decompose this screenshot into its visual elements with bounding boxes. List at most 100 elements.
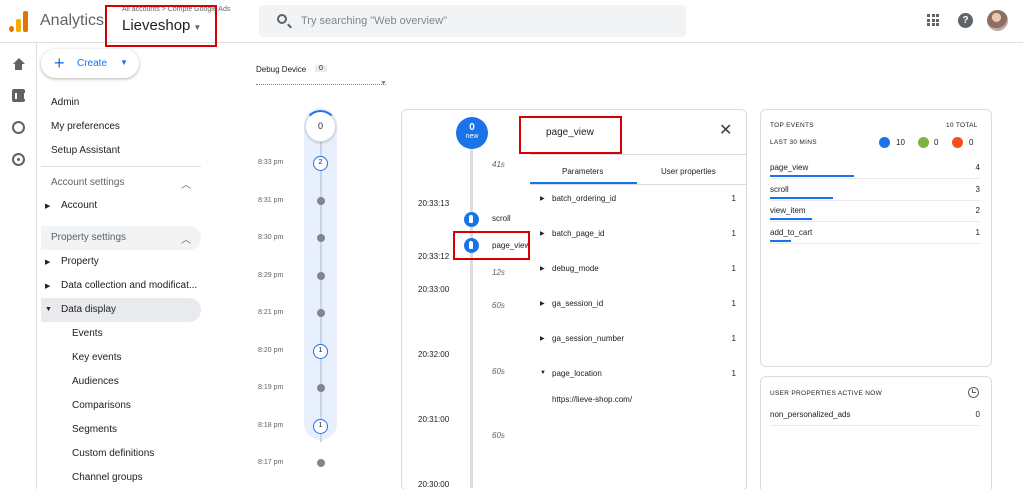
top-event-row[interactable]: scroll 3 — [770, 183, 980, 203]
tabs-divider — [530, 184, 746, 185]
gap-label: 60s — [492, 431, 505, 440]
advertising-icon[interactable] — [12, 153, 25, 166]
nav-data-display[interactable]: Data display — [61, 304, 116, 315]
new-events-bubble[interactable]: 0 new — [456, 117, 488, 149]
expand-arrow-icon[interactable]: ▶ — [45, 202, 50, 210]
minute-dot[interactable] — [317, 459, 325, 467]
help-icon[interactable]: ? — [958, 13, 973, 28]
event-count: 4 — [975, 163, 980, 172]
top-event-row[interactable]: add_to_cart 1 — [770, 226, 980, 246]
debug-device-select[interactable] — [256, 84, 386, 85]
nav-setup-assistant[interactable]: Setup Assistant — [51, 145, 120, 156]
tab-user-properties[interactable]: User properties — [661, 167, 716, 176]
minute-row[interactable]: 8:33 pm 2 — [250, 156, 350, 171]
expand-arrow-icon[interactable]: ▶ — [540, 335, 545, 342]
chevron-up-icon: ︿ — [181, 180, 191, 191]
minute-row[interactable]: 8:29 pm — [250, 269, 350, 283]
reports-icon[interactable] — [12, 89, 26, 102]
collapse-arrow-icon[interactable]: ▼ — [45, 306, 52, 313]
parameter-value: 1 — [731, 229, 736, 238]
minute-row[interactable]: 8:21 pm — [250, 306, 350, 320]
top-event-row[interactable]: view_item 2 — [770, 204, 980, 224]
nav-account[interactable]: Account — [61, 200, 97, 211]
minute-time: 8:21 pm — [258, 309, 284, 316]
create-button[interactable]: + Create ▼ — [41, 49, 139, 78]
expand-arrow-icon[interactable]: ▶ — [45, 282, 50, 290]
minute-event-count[interactable]: 2 — [313, 156, 328, 171]
parameter-value: 1 — [731, 334, 736, 343]
minute-row[interactable]: 8:30 pm — [250, 231, 350, 245]
gap-label: 12s — [492, 268, 505, 277]
minute-dot[interactable] — [317, 271, 325, 280]
nav-channel-groups[interactable]: Channel groups — [72, 472, 143, 483]
minute-time: 8:30 pm — [258, 234, 284, 241]
minute-time: 8:33 pm — [258, 159, 284, 166]
parameter-name: page_location — [552, 369, 602, 378]
nav-segments[interactable]: Segments — [72, 424, 117, 435]
top-event-row[interactable]: page_view 4 — [770, 161, 980, 181]
event-count-bar — [770, 239, 791, 242]
minute-time: 8:20 pm — [258, 346, 284, 354]
nav-admin[interactable]: Admin — [51, 97, 79, 108]
search-bar[interactable]: Try searching "Web overview" — [259, 5, 686, 37]
event-count-bar — [770, 175, 854, 177]
history-icon[interactable] — [968, 387, 979, 398]
account-settings-header[interactable]: Account settings ︿ — [41, 166, 201, 191]
nav-my-preferences[interactable]: My preferences — [51, 121, 120, 132]
apps-grid-icon[interactable] — [927, 14, 939, 26]
nav-audiences[interactable]: Audiences — [72, 376, 119, 387]
parameter-name: batch_ordering_id — [552, 194, 617, 203]
expand-arrow-icon[interactable]: ▶ — [45, 258, 50, 266]
search-input[interactable]: Try searching "Web overview" — [301, 15, 447, 27]
create-label: Create — [77, 58, 108, 69]
collapse-arrow-icon[interactable]: ▼ — [540, 370, 546, 376]
timestamp: 20:33:00 — [418, 285, 450, 294]
expand-arrow-icon[interactable]: ▶ — [540, 195, 545, 202]
nav-key-events[interactable]: Key events — [72, 352, 121, 363]
minute-row[interactable]: 8:18 pm 1 — [250, 418, 350, 434]
parameter-name: ga_session_number — [552, 334, 625, 343]
minute-dot[interactable] — [317, 309, 325, 317]
left-rail — [0, 43, 37, 489]
minute-row[interactable]: 8:19 pm — [250, 381, 350, 395]
close-icon[interactable]: ✕ — [719, 122, 732, 140]
home-icon[interactable] — [12, 58, 25, 71]
highlight-box — [453, 231, 530, 260]
chevron-down-icon[interactable]: ▼ — [380, 80, 387, 87]
minute-time: 8:17 pm — [258, 459, 284, 466]
explore-icon[interactable] — [12, 121, 25, 134]
property-settings-header[interactable]: Property settings ︿ — [41, 226, 201, 250]
event-count-bar — [770, 218, 812, 220]
tab-parameters[interactable]: Parameters — [562, 167, 603, 176]
minute-time: 8:31 pm — [258, 196, 284, 204]
event-scroll[interactable]: scroll — [492, 214, 511, 223]
minute-row[interactable]: 8:31 pm — [250, 194, 350, 208]
nav-events[interactable]: Events — [72, 328, 103, 339]
nav-data-collection[interactable]: Data collection and modificat... — [61, 280, 197, 291]
minute-dot[interactable] — [317, 384, 325, 392]
pointer-icon[interactable] — [464, 212, 479, 227]
minute-dot[interactable] — [317, 196, 325, 205]
expand-arrow-icon[interactable]: ▶ — [540, 230, 545, 237]
minute-row[interactable]: 8:20 pm 1 — [250, 343, 350, 359]
user-property-row[interactable]: non_personalized_ads 0 — [770, 408, 980, 428]
top-events-title: TOP EVENTS — [770, 122, 814, 129]
nav-property[interactable]: Property — [61, 256, 99, 267]
avatar[interactable] — [987, 10, 1008, 31]
minute-row[interactable]: 8:17 pm — [250, 456, 350, 470]
minute-event-count[interactable]: 1 — [313, 418, 328, 434]
plus-icon: + — [54, 53, 65, 73]
analytics-logo-icon[interactable] — [9, 10, 29, 32]
minute-dot[interactable] — [317, 234, 325, 242]
timestamp: 20:33:12 — [418, 252, 450, 261]
expand-arrow-icon[interactable]: ▶ — [540, 300, 545, 307]
user-property-value: 0 — [975, 410, 980, 419]
minute-time: 8:19 pm — [258, 384, 284, 391]
row-divider — [770, 178, 980, 179]
gap-label: 60s — [492, 301, 505, 310]
expand-arrow-icon[interactable]: ▶ — [540, 265, 545, 272]
nav-custom-definitions[interactable]: Custom definitions — [72, 448, 154, 459]
minute-event-count[interactable]: 1 — [313, 343, 328, 359]
event-name: add_to_cart — [770, 227, 813, 237]
nav-comparisons[interactable]: Comparisons — [72, 400, 131, 411]
